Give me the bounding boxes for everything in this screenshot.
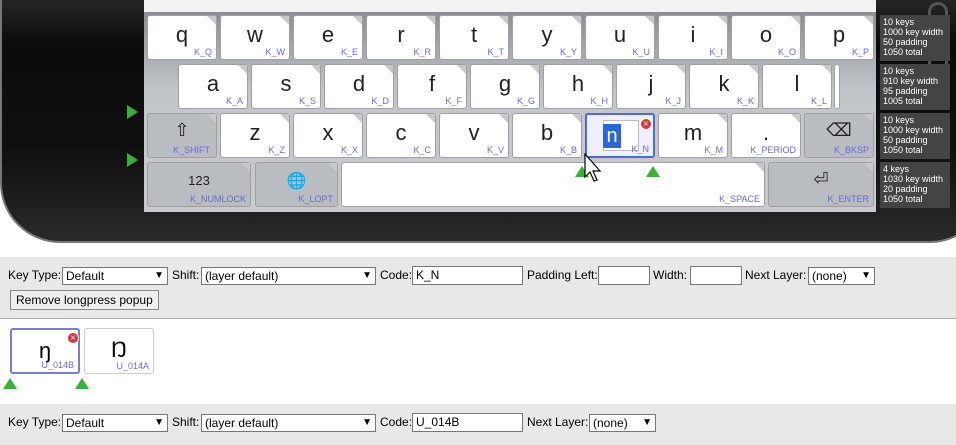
key-k[interactable]: k K_K — [689, 64, 759, 109]
shift-label: Shift: — [172, 268, 200, 282]
key-h[interactable]: h K_H — [543, 64, 613, 109]
key-o[interactable]: o K_O — [731, 15, 801, 60]
code-field[interactable]: U_014B — [412, 413, 523, 432]
key-i[interactable]: i K_I — [658, 15, 728, 60]
code-label: Code: — [380, 415, 413, 429]
chevron-down-icon: ▼ — [861, 270, 871, 281]
remove-longpress-button[interactable]: Remove longpress popup — [10, 290, 159, 310]
code-label: Code: — [380, 268, 413, 282]
add-key-row3-icon[interactable] — [127, 153, 138, 167]
key-l[interactable]: l K_L — [762, 64, 832, 109]
key-enter[interactable]: ⏎ K_ENTER — [768, 162, 874, 207]
key-type-label: Key Type: — [8, 415, 62, 429]
next-layer-select[interactable]: (none) ▼ — [589, 414, 656, 432]
next-layer-select[interactable]: (none) ▼ — [808, 267, 875, 285]
longpress-key-selected[interactable]: ŋ U_014B × — [10, 328, 80, 374]
add-key-after-icon[interactable] — [646, 166, 660, 177]
row-info-1: 10 keys 1000 key width 50 padding 1050 tota… — [880, 15, 950, 61]
subkey-properties-panel: Key Type: Default ▼ Shift: (layer default… — [0, 404, 956, 445]
key-e[interactable]: e K_E — [293, 15, 363, 60]
key-shift[interactable]: ⇧ K_SHIFT — [147, 113, 217, 158]
key-backspace[interactable]: ⌫ K_BKSP — [804, 113, 874, 158]
key-g[interactable]: g K_G — [470, 64, 540, 109]
key-v[interactable]: v K_V — [439, 113, 509, 158]
key-n-selected[interactable]: n K_N × — [585, 113, 655, 158]
keyboard-area: q K_Q w K_W e K_E r K_R t K_T y K_Y u K_U i K_I … — [144, 12, 876, 212]
key-type-label: Key Type: — [8, 268, 62, 282]
width-label: Width: — [653, 268, 688, 282]
padding-left-label: Padding Left: — [527, 268, 598, 282]
add-subkey-after-icon[interactable] — [75, 378, 89, 389]
key-d[interactable]: d K_D — [324, 64, 394, 109]
key-z[interactable]: z K_Z — [220, 113, 290, 158]
shift-select[interactable]: (layer default) ▼ — [201, 267, 376, 285]
next-layer-label: Next Layer: — [745, 268, 807, 282]
key-c[interactable]: c K_C — [366, 113, 436, 158]
add-key-row2-icon[interactable] — [127, 105, 138, 119]
divider — [0, 318, 956, 319]
key-space[interactable]: K_SPACE — [341, 162, 765, 207]
key-numlock[interactable]: 123 K_NUMLOCK — [147, 162, 251, 207]
key-w[interactable]: w K_W — [220, 15, 290, 60]
key-q[interactable]: q K_Q — [147, 15, 217, 60]
key-b[interactable]: b K_B — [512, 113, 582, 158]
key-u[interactable]: u K_U — [585, 15, 655, 60]
key-f[interactable]: f K_F — [397, 64, 467, 109]
row-info-4: 4 keys 1030 key width 20 padding 1050 total — [880, 162, 950, 208]
key-period[interactable]: . K_PERIOD — [731, 113, 801, 158]
next-layer-label: Next Layer: — [527, 415, 589, 429]
chevron-down-icon: ▼ — [642, 417, 652, 428]
chevron-down-icon: ▼ — [362, 270, 372, 281]
key-n-cap[interactable]: n — [603, 124, 621, 148]
key-properties-panel: Key Type: Default ▼ Shift: (layer default… — [0, 257, 956, 318]
chevron-down-icon: ▼ — [154, 417, 164, 428]
enter-icon: ⏎ — [813, 169, 829, 189]
key-partial[interactable] — [834, 64, 840, 109]
width-field[interactable] — [690, 266, 742, 285]
chevron-down-icon: ▼ — [154, 270, 164, 281]
chevron-down-icon: ▼ — [362, 417, 372, 428]
remove-subkey-icon[interactable]: × — [67, 332, 79, 344]
globe-icon: 🌐 — [286, 173, 307, 190]
key-p[interactable]: p K_P — [804, 15, 874, 60]
longpress-key[interactable]: Ŋ U_014A — [84, 328, 154, 374]
key-a[interactable]: a K_A — [178, 64, 248, 109]
key-language[interactable]: 🌐 K_LOPT — [255, 162, 338, 207]
shift-label: Shift: — [172, 415, 200, 429]
key-m[interactable]: m K_M — [658, 113, 728, 158]
key-j[interactable]: j K_J — [616, 64, 686, 109]
key-t[interactable]: t K_T — [439, 15, 509, 60]
code-field[interactable]: K_N — [412, 266, 523, 285]
remove-key-icon[interactable]: × — [640, 118, 652, 130]
key-r[interactable]: r K_R — [366, 15, 436, 60]
row-info-3: 10 keys 1000 key width 50 padding 1050 tota… — [880, 113, 950, 159]
key-y[interactable]: y K_Y — [512, 15, 582, 60]
mouse-cursor-icon — [584, 153, 602, 182]
add-subkey-before-icon[interactable] — [3, 378, 17, 389]
key-x[interactable]: x K_X — [293, 113, 363, 158]
screen-top — [144, 0, 876, 12]
key-type-select[interactable]: Default ▼ — [62, 414, 168, 432]
key-s[interactable]: s K_S — [251, 64, 321, 109]
shift-select[interactable]: (layer default) ▼ — [201, 414, 376, 432]
padding-left-field[interactable] — [598, 266, 650, 285]
row-info-2: 10 keys 910 key width 95 padding 1005 total — [880, 64, 950, 110]
key-type-select[interactable]: Default ▼ — [62, 267, 168, 285]
